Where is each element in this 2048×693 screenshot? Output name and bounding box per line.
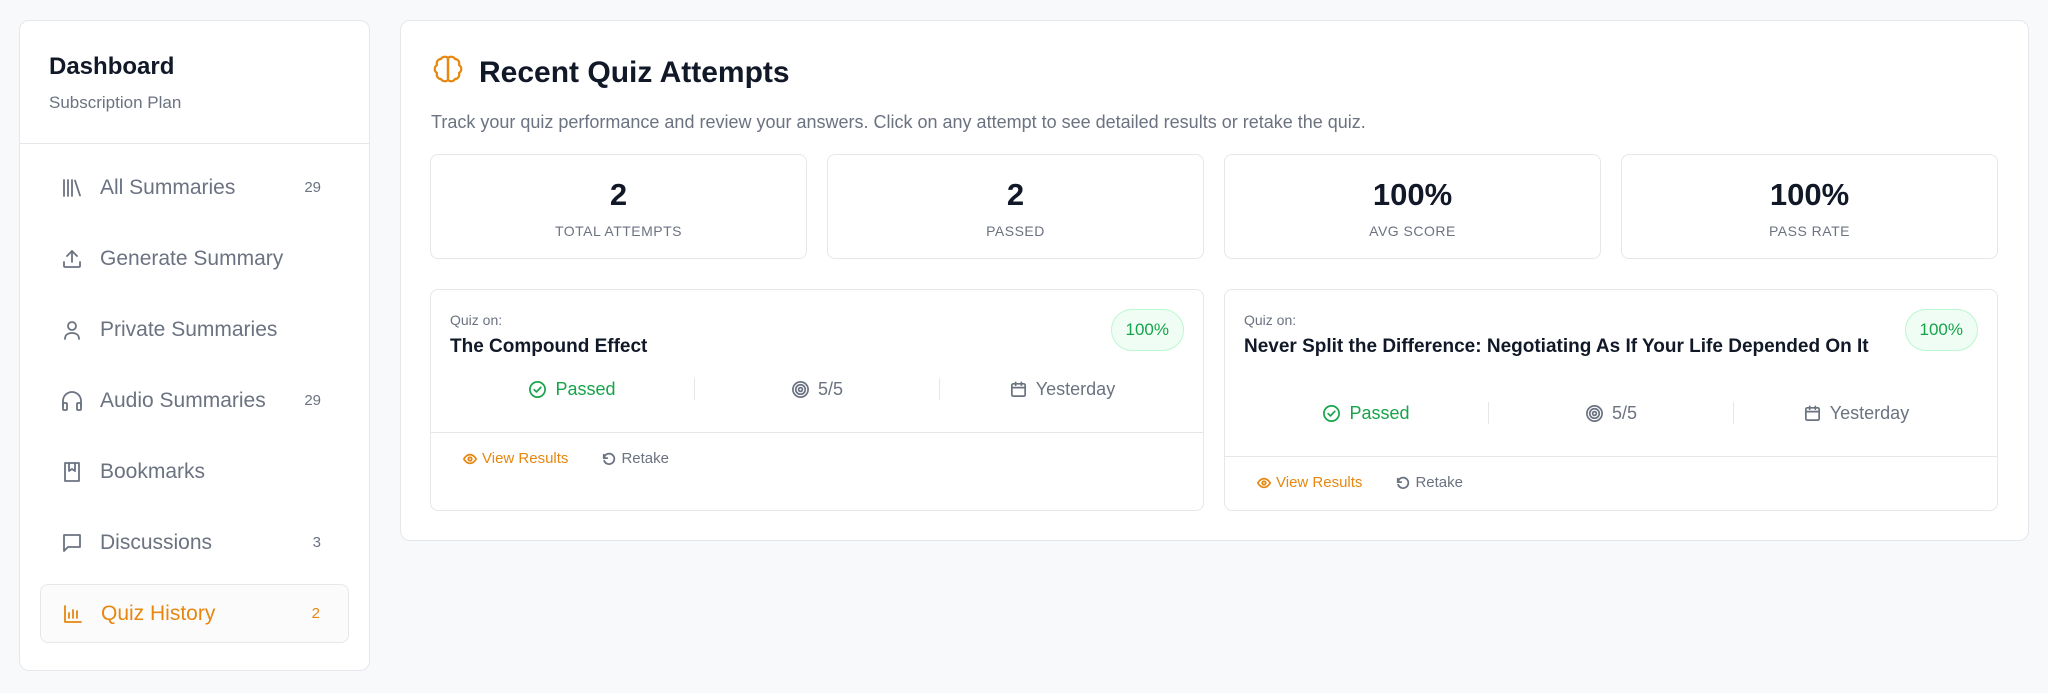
stat-total-attempts: 2 TOTAL ATTEMPTS xyxy=(430,154,807,259)
bookmark-icon xyxy=(60,460,84,484)
status-text: Passed xyxy=(555,378,616,399)
library-icon xyxy=(60,176,84,200)
view-results-label: View Results xyxy=(482,450,569,467)
rotate-ccw-icon xyxy=(603,452,616,465)
stat-value: 2 xyxy=(609,177,628,212)
view-results-button[interactable]: View Results xyxy=(1257,474,1362,491)
retake-label: Retake xyxy=(621,450,669,467)
rotate-ccw-icon xyxy=(1397,476,1410,489)
view-results-button[interactable]: View Results xyxy=(463,450,568,467)
sidebar-item-count: 29 xyxy=(304,392,321,409)
sidebar-item-generate-summary[interactable]: Generate Summary xyxy=(40,229,349,288)
stat-pass-rate: 100% PASS RATE xyxy=(1621,154,1998,259)
target-icon xyxy=(792,380,809,398)
quiz-on-label: Quiz on: xyxy=(1244,312,1297,328)
date-metric: Yesterday xyxy=(1734,403,1978,424)
quiz-on-label: Quiz on: xyxy=(450,312,503,328)
sidebar-item-bookmarks[interactable]: Bookmarks xyxy=(40,442,349,501)
brain-icon xyxy=(431,53,465,92)
stat-label: TOTAL ATTEMPTS xyxy=(554,223,683,239)
sidebar-item-label: Quiz History xyxy=(101,601,216,625)
sidebar-title: Dashboard xyxy=(49,53,175,80)
headphones-icon xyxy=(60,389,84,413)
sidebar: Dashboard Subscription Plan All Summarie… xyxy=(19,20,370,671)
score-metric: 5/5 xyxy=(695,379,939,400)
sidebar-item-quiz-history[interactable]: Quiz History 2 xyxy=(40,584,349,643)
check-circle-icon xyxy=(1323,404,1341,422)
date-text: Yesterday xyxy=(1035,378,1116,399)
sidebar-item-all-summaries[interactable]: All Summaries 29 xyxy=(40,158,349,217)
sidebar-item-count: 29 xyxy=(304,179,321,196)
sidebar-item-label: Audio Summaries xyxy=(100,388,266,412)
score-text: 5/5 xyxy=(817,378,844,399)
sidebar-item-audio-summaries[interactable]: Audio Summaries 29 xyxy=(40,371,349,430)
stat-passed: 2 PASSED xyxy=(827,154,1204,259)
status-passed: Passed xyxy=(1244,403,1488,424)
status-text: Passed xyxy=(1349,402,1410,423)
score-percent-badge: 100% xyxy=(1110,309,1184,351)
retake-button[interactable]: Retake xyxy=(1396,474,1463,491)
main-panel: Recent Quiz Attempts Track your quiz per… xyxy=(400,20,2029,541)
page-description: Track your quiz performance and review y… xyxy=(431,112,1366,132)
score-percent-badge: 100% xyxy=(1904,309,1978,351)
attempt-metrics: Passed 5/5 Yesterday xyxy=(1244,400,1978,426)
sidebar-item-count: 2 xyxy=(311,605,320,622)
quiz-title: Never Split the Difference: Negotiating … xyxy=(1244,336,1869,357)
sidebar-item-label: Private Summaries xyxy=(100,317,278,341)
stat-value: 100% xyxy=(1769,177,1850,212)
sidebar-item-label: All Summaries xyxy=(100,175,236,199)
stat-label: PASSED xyxy=(986,223,1045,239)
sidebar-item-discussions[interactable]: Discussions 3 xyxy=(40,513,349,572)
quiz-title: The Compound Effect xyxy=(450,336,648,357)
stat-label: PASS RATE xyxy=(1768,223,1850,239)
sidebar-item-count: 3 xyxy=(312,534,321,551)
eye-icon xyxy=(1257,477,1271,488)
date-metric: Yesterday xyxy=(940,379,1184,400)
calendar-icon xyxy=(1010,381,1026,397)
stat-label: AVG SCORE xyxy=(1369,223,1456,239)
stat-value: 100% xyxy=(1372,177,1453,212)
card-divider xyxy=(431,432,1203,433)
sidebar-item-label: Generate Summary xyxy=(100,246,284,270)
attempt-metrics: Passed 5/5 Yesterday xyxy=(450,376,1184,402)
stat-value: 2 xyxy=(1006,177,1025,212)
message-icon xyxy=(60,531,84,555)
retake-button[interactable]: Retake xyxy=(602,450,669,467)
calendar-icon xyxy=(1804,405,1820,421)
page-title: Recent Quiz Attempts xyxy=(479,55,790,89)
stat-avg-score: 100% AVG SCORE xyxy=(1224,154,1601,259)
quiz-attempt-card[interactable]: Quiz on: The Compound Effect 100% Passed… xyxy=(430,289,1204,511)
bar-chart-icon xyxy=(61,602,85,626)
subscription-plan-label: Subscription Plan xyxy=(49,93,182,112)
sidebar-item-label: Bookmarks xyxy=(100,459,206,483)
sidebar-item-private-summaries[interactable]: Private Summaries xyxy=(40,300,349,359)
page-header: Recent Quiz Attempts xyxy=(431,53,790,92)
score-metric: 5/5 xyxy=(1489,403,1733,424)
target-icon xyxy=(1586,404,1603,422)
upload-icon xyxy=(60,247,84,271)
quiz-attempt-card[interactable]: Quiz on: Never Split the Difference: Neg… xyxy=(1224,289,1998,511)
date-text: Yesterday xyxy=(1829,402,1910,423)
status-passed: Passed xyxy=(450,379,694,400)
score-text: 5/5 xyxy=(1611,402,1638,423)
sidebar-header: Dashboard Subscription Plan xyxy=(20,21,369,144)
retake-label: Retake xyxy=(1415,474,1463,491)
view-results-label: View Results xyxy=(1276,474,1363,491)
card-actions: View Results Retake xyxy=(1257,474,1497,491)
check-circle-icon xyxy=(529,380,547,398)
eye-icon xyxy=(463,453,477,464)
sidebar-item-label: Discussions xyxy=(100,530,213,554)
sidebar-nav: All Summaries 29 Generate Summary Privat… xyxy=(20,144,369,643)
card-divider xyxy=(1225,456,1997,457)
card-actions: View Results Retake xyxy=(463,450,703,467)
user-icon xyxy=(60,318,84,342)
